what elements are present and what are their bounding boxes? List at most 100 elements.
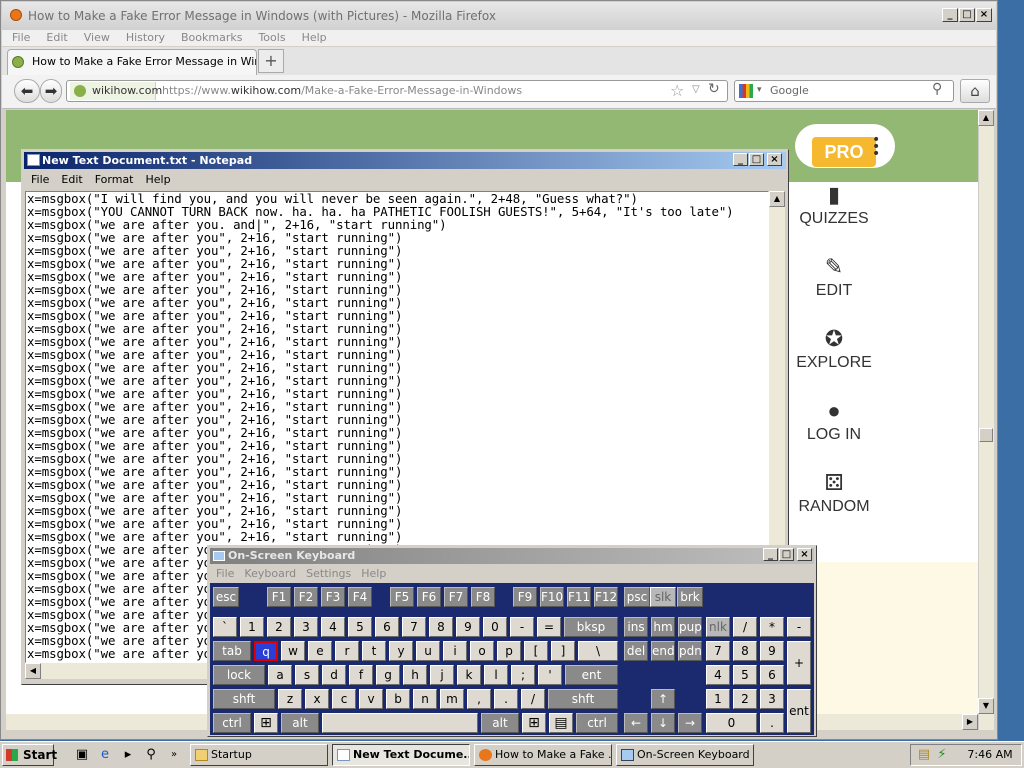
osk-menu-file[interactable]: File	[212, 566, 238, 582]
osk-key-F8[interactable]: F8	[471, 587, 495, 607]
url-dropdown-icon[interactable]: ▽	[692, 84, 700, 95]
osk-menu-help[interactable]: Help	[357, 566, 390, 582]
osk-key-u2a[interactable]: *	[760, 617, 784, 637]
osk-menu-settings[interactable]: Settings	[302, 566, 355, 582]
osk-key-del[interactable]: del	[624, 641, 648, 661]
osk-key-o[interactable]: o	[470, 641, 494, 661]
osk-key-u2e[interactable]: .	[494, 689, 518, 709]
osk-key-u60[interactable]: `	[213, 617, 237, 637]
notepad-maximize-button[interactable]: □	[749, 153, 764, 166]
osk-key-t[interactable]: t	[362, 641, 386, 661]
osk-key-u5d[interactable]: ]	[551, 641, 575, 661]
url-text[interactable]: https://www.wikihow.com/Make-a-Fake-Erro…	[162, 82, 522, 100]
osk-key-esc[interactable]: esc	[213, 587, 239, 607]
search-quicklaunch-icon[interactable]: ⚲	[143, 747, 159, 763]
osk-key-shft[interactable]: shft	[213, 689, 275, 709]
osk-key-y[interactable]: y	[389, 641, 413, 661]
sidebar-item-explore[interactable]: ✪ EXPLORE	[790, 324, 878, 372]
menu-bookmarks[interactable]: Bookmarks	[175, 30, 248, 46]
notepad-scroll-left-icon[interactable]: ◀	[25, 663, 41, 679]
osk-key-space[interactable]	[322, 713, 478, 733]
osk-key-shft[interactable]: shft	[548, 689, 618, 709]
osk-key-F3[interactable]: F3	[321, 587, 345, 607]
osk-key-psc[interactable]: psc	[624, 587, 650, 607]
osk-key-i[interactable]: i	[443, 641, 467, 661]
osk-key-u27[interactable]: '	[538, 665, 562, 685]
osk-key-F4[interactable]: F4	[348, 587, 372, 607]
osk-close-button[interactable]: ×	[797, 548, 812, 561]
sidebar-item-random[interactable]: ⚄ RANDOM	[790, 468, 878, 516]
osk-key-end[interactable]: end	[651, 641, 675, 661]
notepad-title-bar[interactable]: New Text Document.txt - Notepad	[24, 152, 786, 169]
osk-key-2[interactable]: 2	[267, 617, 291, 637]
osk-key-pup[interactable]: pup	[678, 617, 702, 637]
osk-key-ctrl[interactable]: ctrl	[576, 713, 618, 733]
osk-key-F6[interactable]: F6	[417, 587, 441, 607]
osk-key-pdn[interactable]: pdn	[678, 641, 702, 661]
osk-key-m[interactable]: m	[440, 689, 464, 709]
osk-key-brk[interactable]: brk	[677, 587, 703, 607]
osk-key-bksp[interactable]: bksp	[564, 617, 618, 637]
notepad-close-button[interactable]: ×	[767, 153, 782, 166]
osk-key-F5[interactable]: F5	[390, 587, 414, 607]
osk-key-3[interactable]: 3	[294, 617, 318, 637]
scroll-up-arrow-icon[interactable]: ▲	[978, 110, 994, 126]
osk-key-u[interactable]: u	[416, 641, 440, 661]
osk-key-z[interactable]: z	[278, 689, 302, 709]
osk-key-u25a4[interactable]: ▤	[549, 713, 573, 733]
osk-key-u2190[interactable]: ←	[624, 713, 648, 733]
menu-edit[interactable]: Edit	[40, 30, 73, 46]
osk-key-7[interactable]: 7	[402, 617, 426, 637]
osk-key-j[interactable]: j	[430, 665, 454, 685]
osk-key-alt[interactable]: alt	[481, 713, 519, 733]
bookmark-star-icon[interactable]: ☆	[670, 81, 684, 100]
osk-minimize-button[interactable]: _	[763, 548, 778, 561]
notepad-menu-file[interactable]: File	[26, 171, 54, 189]
osk-key-F9[interactable]: F9	[513, 587, 537, 607]
osk-key-u3b[interactable]: ;	[511, 665, 535, 685]
osk-key-f[interactable]: f	[349, 665, 373, 685]
osk-key-8[interactable]: 8	[733, 641, 757, 661]
osk-key-F10[interactable]: F10	[540, 587, 564, 607]
osk-key-b[interactable]: b	[386, 689, 410, 709]
osk-key-ins[interactable]: ins	[624, 617, 648, 637]
osk-key-F11[interactable]: F11	[567, 587, 591, 607]
network-icon[interactable]: ⚡	[934, 747, 950, 763]
osk-key-1[interactable]: 1	[706, 689, 730, 709]
osk-key-0[interactable]: 0	[483, 617, 507, 637]
firefox-close-button[interactable]: ×	[976, 8, 992, 22]
osk-key-hm[interactable]: hm	[651, 617, 675, 637]
reload-icon[interactable]: ↻	[708, 81, 720, 97]
osk-key-u2b[interactable]: +	[787, 641, 811, 685]
osk-key-ent[interactable]: ent	[565, 665, 618, 685]
osk-maximize-button[interactable]: □	[779, 548, 794, 561]
osk-key-9[interactable]: 9	[456, 617, 480, 637]
osk-key-u2193[interactable]: ↓	[651, 713, 675, 733]
osk-key-h[interactable]: h	[403, 665, 427, 685]
osk-key-u2f[interactable]: /	[521, 689, 545, 709]
osk-key-q[interactable]: q	[254, 641, 278, 661]
osk-key-2[interactable]: 2	[733, 689, 757, 709]
firefox-title-bar[interactable]: How to Make a Fake Error Message in Wind…	[2, 2, 996, 30]
osk-key-n[interactable]: n	[413, 689, 437, 709]
tab-wikihow[interactable]: How to Make a Fake Error Message in Wind…	[7, 49, 257, 75]
osk-key-v[interactable]: v	[359, 689, 383, 709]
firefox-maximize-button[interactable]: □	[959, 8, 975, 22]
osk-key-u2191[interactable]: ↑	[651, 689, 675, 709]
osk-key-s[interactable]: s	[295, 665, 319, 685]
osk-key-1[interactable]: 1	[240, 617, 264, 637]
osk-key-9[interactable]: 9	[760, 641, 784, 661]
internet-explorer-icon[interactable]: e	[97, 747, 113, 763]
osk-key-u2192[interactable]: →	[678, 713, 702, 733]
osk-key-a[interactable]: a	[268, 665, 292, 685]
notepad-menu-help[interactable]: Help	[141, 171, 176, 189]
search-engine-dropdown-icon[interactable]: ▾	[757, 85, 762, 95]
notepad-menu-format[interactable]: Format	[90, 171, 139, 189]
osk-key-u5c[interactable]: \	[578, 641, 618, 661]
pro-badge[interactable]: PRO	[812, 137, 876, 167]
osk-key-nlk[interactable]: nlk	[706, 617, 730, 637]
osk-key-ctrl[interactable]: ctrl	[213, 713, 251, 733]
osk-key-u229e[interactable]: ⊞	[522, 713, 546, 733]
notepad-menu-edit[interactable]: Edit	[56, 171, 87, 189]
home-button[interactable]: ⌂	[960, 79, 990, 103]
